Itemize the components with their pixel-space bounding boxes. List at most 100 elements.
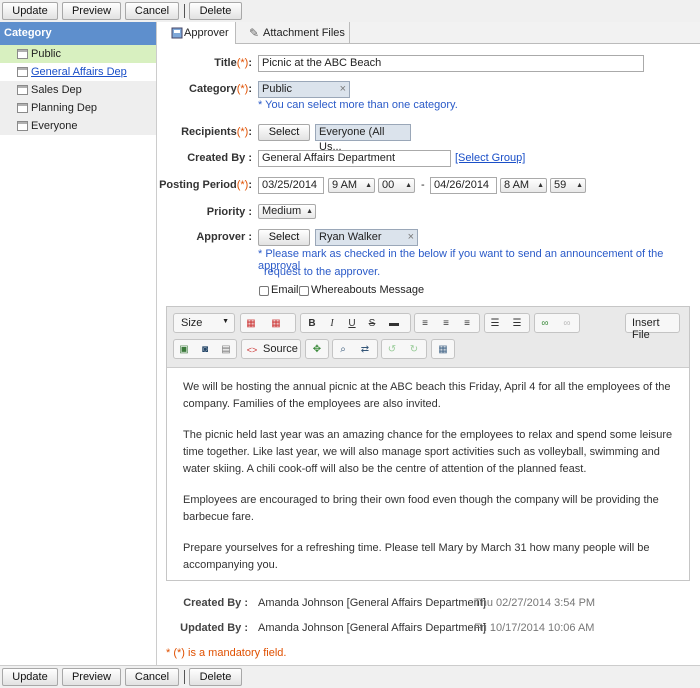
sidebar-item-label: Sales Dep xyxy=(31,84,82,96)
background-color-icon[interactable]: ▦ xyxy=(269,317,283,331)
calendar-icon xyxy=(17,121,28,131)
mandatory-note: * (*) is a mandatory field. xyxy=(166,647,287,659)
numbered-list-icon[interactable]: ☰ xyxy=(488,317,502,331)
sidebar-item-public[interactable]: Public xyxy=(0,45,156,63)
toolbar-separator xyxy=(184,4,185,18)
delete-button[interactable]: Delete xyxy=(189,668,242,686)
link-icon[interactable]: ∞ xyxy=(538,317,552,331)
unlink-icon[interactable]: ∞ xyxy=(560,317,574,331)
paragraph: We will be hosting the annual picnic at … xyxy=(183,381,671,410)
top-action-bar: Update Preview Cancel Delete xyxy=(0,0,700,22)
calendar-icon xyxy=(17,103,28,113)
select-group-link[interactable]: [Select Group] xyxy=(455,152,525,164)
insert-group: ▣ ◙ ▤ xyxy=(173,339,237,359)
category-chip[interactable]: Public × xyxy=(258,81,350,98)
list-group: ☰ ☰ xyxy=(484,313,530,333)
paragraph: Employees are encouraged to bring their … xyxy=(183,494,659,523)
paragraph: Prepare yourselves for a refreshing time… xyxy=(183,542,650,571)
end-hour-select[interactable]: 8 AM ▲ xyxy=(500,178,547,193)
align-group: ≡ ≡ ≡ xyxy=(414,313,480,333)
italic-icon[interactable]: I xyxy=(325,317,339,331)
created-by-meta-label: Created By : xyxy=(183,597,248,609)
bullet-list-icon[interactable]: ☰ xyxy=(510,317,524,331)
email-checkbox-label: Email xyxy=(271,284,299,296)
paperclip-icon: ✎ xyxy=(249,26,260,40)
tab-approver-label: Approver xyxy=(184,27,229,39)
align-center-icon[interactable]: ≡ xyxy=(439,317,453,331)
paste-word-icon[interactable]: ◙ xyxy=(198,343,212,357)
title-input[interactable]: Picnic at the ABC Beach xyxy=(258,55,644,72)
editor-toolbar: Size ▼ ▦ ▦ B I U S ▬ ≡ ≡ ≡ ☰ ☰ ∞ ∞ Inser… xyxy=(167,307,689,368)
text-color-icon[interactable]: ▦ xyxy=(244,317,258,331)
approver-select-button[interactable]: Select xyxy=(258,229,310,246)
sidebar-title: Category xyxy=(0,22,156,45)
sidebar-item-planning[interactable]: Planning Dep xyxy=(0,99,156,117)
recipients-select-button[interactable]: Select xyxy=(258,124,310,141)
sidebar-item-everyone[interactable]: Everyone xyxy=(0,117,156,135)
tab-bar: Approver ✎ Attachment Files xyxy=(158,22,700,44)
start-minute-select[interactable]: 00 ▲ xyxy=(378,178,415,193)
table-button[interactable]: ▦ xyxy=(431,339,455,359)
whereabouts-checkbox[interactable] xyxy=(299,286,309,296)
preview-button[interactable]: Preview xyxy=(62,668,121,686)
table-icon: ▦ xyxy=(438,344,448,355)
end-minute-select[interactable]: 59 ▲ xyxy=(550,178,586,193)
align-left-icon[interactable]: ≡ xyxy=(418,317,432,331)
font-size-select[interactable]: Size ▼ xyxy=(173,313,235,333)
paragraph: The picnic held last year was an amazing… xyxy=(183,429,673,475)
update-button[interactable]: Update xyxy=(2,668,58,686)
approver-chip[interactable]: Ryan Walker × xyxy=(315,229,418,246)
tab-approver[interactable]: Approver xyxy=(158,22,236,44)
format-group: B I U S ▬ xyxy=(300,313,411,333)
end-date-input[interactable]: 04/26/2014 xyxy=(430,177,497,194)
bold-icon[interactable]: B xyxy=(305,317,319,331)
underline-icon[interactable]: U xyxy=(345,317,359,331)
sidebar-item-sales[interactable]: Sales Dep xyxy=(0,81,156,99)
category-chip-label: Public xyxy=(262,83,292,95)
redo-icon[interactable]: ↻ xyxy=(407,343,421,357)
align-right-icon[interactable]: ≡ xyxy=(460,317,474,331)
approver-note-line2: request to the approver. xyxy=(264,266,381,278)
sidebar-item-label[interactable]: General Affairs Dep xyxy=(31,63,127,81)
priority-select[interactable]: Medium ▲ xyxy=(258,204,316,219)
editor-content[interactable]: We will be hosting the annual picnic at … xyxy=(183,379,683,588)
main-form-area: Approver ✎ Attachment Files Title(*): Pi… xyxy=(158,22,700,665)
approver-label: Approver : xyxy=(196,231,252,243)
bottom-action-bar: Update Preview Cancel Delete xyxy=(0,665,700,688)
recipients-chip[interactable]: Everyone (All Us... xyxy=(315,124,411,153)
remove-icon[interactable]: × xyxy=(340,82,346,97)
undo-icon[interactable]: ↺ xyxy=(385,343,399,357)
start-hour-select[interactable]: 9 AM ▲ xyxy=(328,178,375,193)
sidebar-item-general-affairs[interactable]: General Affairs Dep xyxy=(0,63,156,81)
preview-icon[interactable]: ▤ xyxy=(219,343,233,357)
calendar-icon xyxy=(17,49,28,59)
horizontal-rule-icon[interactable]: ▬ xyxy=(387,317,401,331)
replace-icon[interactable]: ⇄ xyxy=(358,343,372,357)
range-separator: - xyxy=(421,179,425,191)
maximize-icon: ✥ xyxy=(312,344,322,355)
link-group: ∞ ∞ xyxy=(534,313,580,333)
insert-image-icon[interactable]: ▣ xyxy=(177,343,191,357)
created-by-input[interactable]: General Affairs Department xyxy=(258,150,451,167)
approver-icon xyxy=(171,27,183,39)
category-sidebar: Category Public General Affairs Dep Sale… xyxy=(0,22,157,665)
whereabouts-checkbox-label: Whereabouts Message xyxy=(311,284,425,296)
delete-button[interactable]: Delete xyxy=(189,2,242,20)
toolbar-separator xyxy=(184,670,185,684)
source-button[interactable]: <> Source xyxy=(241,339,301,359)
cancel-button[interactable]: Cancel xyxy=(125,2,179,20)
find-icon[interactable]: ⌕ xyxy=(336,343,350,357)
email-checkbox[interactable] xyxy=(259,286,269,296)
rich-text-editor: Size ▼ ▦ ▦ B I U S ▬ ≡ ≡ ≡ ☰ ☰ ∞ ∞ Inser… xyxy=(166,306,690,581)
tab-attachment-files[interactable]: ✎ Attachment Files xyxy=(237,22,350,44)
insert-file-button[interactable]: Insert File xyxy=(625,313,680,341)
strikethrough-icon[interactable]: S xyxy=(365,317,379,331)
color-group: ▦ ▦ xyxy=(240,313,296,333)
remove-icon[interactable]: × xyxy=(408,230,414,245)
cancel-button[interactable]: Cancel xyxy=(125,668,179,686)
maximize-button[interactable]: ✥ xyxy=(305,339,329,359)
start-date-input[interactable]: 03/25/2014 xyxy=(258,177,324,194)
preview-button[interactable]: Preview xyxy=(62,2,121,20)
update-button[interactable]: Update xyxy=(2,2,58,20)
calendar-icon xyxy=(17,67,28,77)
